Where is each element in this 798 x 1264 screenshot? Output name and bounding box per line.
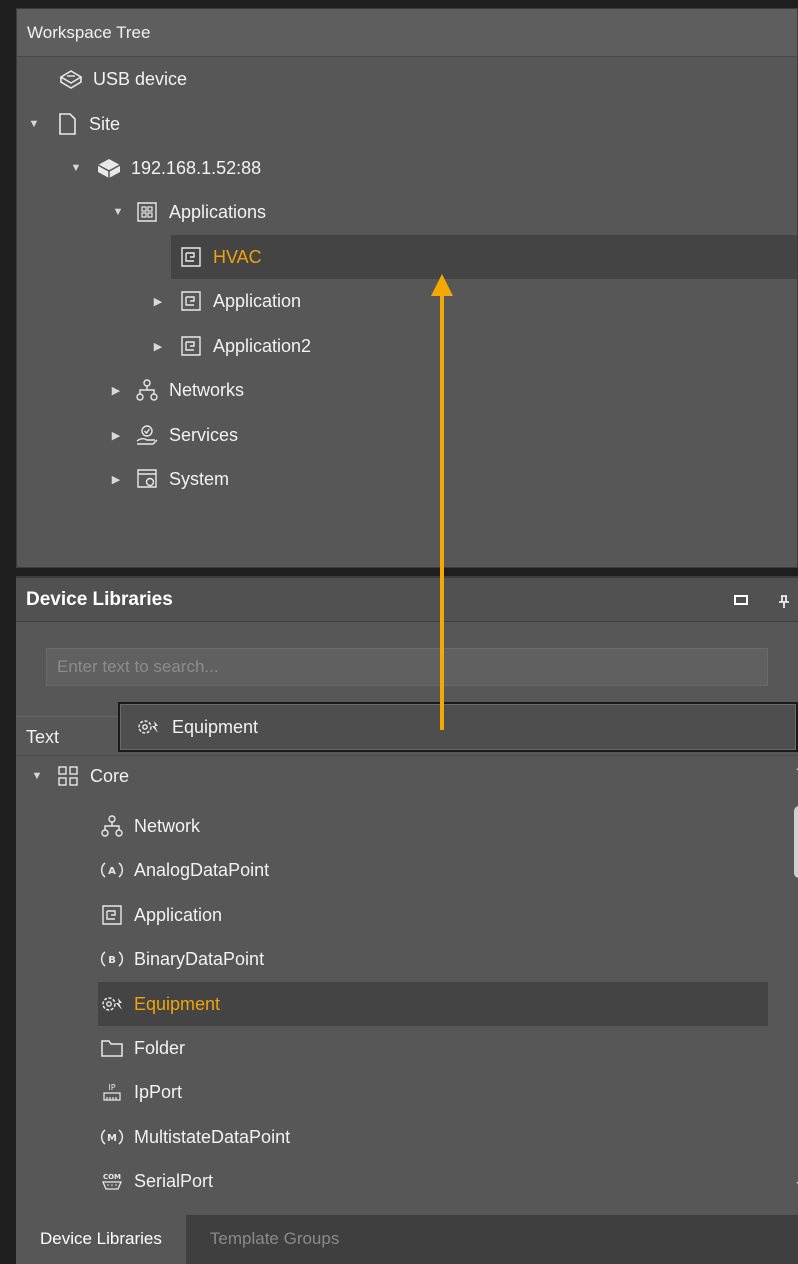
usb-device-icon xyxy=(57,65,85,93)
search-input[interactable] xyxy=(47,649,767,685)
library-item-multistate-datapoint[interactable]: M MultistateDataPoint xyxy=(98,1115,290,1159)
system-icon xyxy=(133,465,161,493)
equipment-icon xyxy=(134,713,162,741)
tree-item-label: Core xyxy=(90,765,130,786)
svg-text:IP: IP xyxy=(108,1083,115,1092)
svg-text:A: A xyxy=(108,866,116,877)
tree-item-label: 192.168.1.52:88 xyxy=(131,157,262,178)
library-item-label: Equipment xyxy=(134,993,221,1014)
tree-item-site[interactable]: ▼ Site xyxy=(27,102,120,146)
application-icon xyxy=(98,901,126,929)
binary-datapoint-icon: B xyxy=(98,945,126,973)
tree-item-core[interactable]: ▼ Core xyxy=(30,754,129,798)
chevron-right-icon[interactable]: ▶ xyxy=(151,295,165,308)
library-item-binary-datapoint[interactable]: B BinaryDataPoint xyxy=(98,937,264,981)
application-icon xyxy=(177,332,205,360)
tree-item-services[interactable]: ▶ Services xyxy=(109,413,238,457)
pin-icon[interactable] xyxy=(778,593,790,608)
tree-item-label: HVAC xyxy=(213,246,262,267)
bottom-tab-bar: Device Libraries Template Groups xyxy=(16,1214,798,1264)
drag-ghost-label: Equipment xyxy=(172,716,259,737)
tree-item-label: Applications xyxy=(169,201,267,222)
chevron-down-icon[interactable]: ▼ xyxy=(27,118,41,130)
tree-item-label: Site xyxy=(89,113,121,134)
chevron-right-icon[interactable]: ▶ xyxy=(109,473,123,486)
vertical-scrollbar[interactable] xyxy=(790,764,798,1204)
document-icon xyxy=(53,110,81,138)
services-icon xyxy=(133,421,161,449)
svg-text:M: M xyxy=(107,1133,117,1144)
tree-item-usb-device[interactable]: USB device xyxy=(57,57,187,101)
chevron-right-icon[interactable]: ▶ xyxy=(109,384,123,397)
column-header-text: Text xyxy=(26,727,60,747)
workspace-tree-title: Workspace Tree xyxy=(27,23,151,42)
library-item-equipment[interactable]: Equipment xyxy=(98,982,768,1026)
tree-item-applications[interactable]: ▼ Applications xyxy=(111,190,266,234)
multistate-datapoint-icon: M xyxy=(98,1123,126,1151)
serial-port-icon: COM xyxy=(98,1167,126,1195)
tab-template-groups[interactable]: Template Groups xyxy=(186,1215,363,1264)
network-icon xyxy=(98,812,126,840)
chevron-down-icon[interactable]: ▼ xyxy=(69,162,83,174)
drag-ghost-equipment: Equipment xyxy=(118,702,798,752)
application-icon xyxy=(177,243,205,271)
svg-text:B: B xyxy=(108,955,116,966)
tree-item-system[interactable]: ▶ System xyxy=(109,457,229,501)
tree-item-hvac[interactable]: HVAC xyxy=(171,235,797,279)
tree-item-device[interactable]: ▼ 192.168.1.52:88 xyxy=(69,146,261,190)
workspace-tree-panel: Workspace Tree USB device ▼ Site ▼ 192.1… xyxy=(16,8,798,568)
search-box[interactable] xyxy=(46,648,768,686)
chevron-right-icon[interactable]: ▶ xyxy=(109,429,123,442)
tree-item-label: System xyxy=(169,468,230,489)
ip-port-icon: IP xyxy=(98,1078,126,1106)
library-item-label: AnalogDataPoint xyxy=(134,859,270,880)
library-item-ip-port[interactable]: IP IpPort xyxy=(98,1070,182,1114)
device-libraries-panel: Device Libraries Text ▼ Core Network A A… xyxy=(16,576,798,1264)
library-item-label: SerialPort xyxy=(134,1170,214,1191)
chevron-down-icon[interactable]: ▼ xyxy=(30,770,44,782)
applications-icon xyxy=(133,198,161,226)
library-item-folder[interactable]: Folder xyxy=(98,1026,185,1070)
library-item-application[interactable]: Application xyxy=(98,893,222,937)
tab-device-libraries[interactable]: Device Libraries xyxy=(16,1215,186,1264)
device-icon xyxy=(95,154,123,182)
chevron-right-icon[interactable]: ▶ xyxy=(151,340,165,353)
library-item-label: IpPort xyxy=(134,1081,183,1102)
workspace-tree-header: Workspace Tree xyxy=(17,9,797,57)
device-libraries-title: Device Libraries xyxy=(26,588,173,610)
maximize-icon[interactable] xyxy=(734,594,748,605)
device-libraries-header: Device Libraries xyxy=(16,578,798,622)
svg-text:COM: COM xyxy=(103,1173,121,1181)
equipment-icon xyxy=(98,990,126,1018)
library-item-label: Application xyxy=(134,904,223,925)
tree-item-application2[interactable]: ▶ Application2 xyxy=(151,324,311,368)
tree-item-label: USB device xyxy=(93,68,188,89)
core-grid-icon xyxy=(54,762,82,790)
library-item-label: BinaryDataPoint xyxy=(134,948,265,969)
tree-item-label: Application2 xyxy=(213,335,312,356)
library-item-analog-datapoint[interactable]: A AnalogDataPoint xyxy=(98,848,269,892)
tree-item-networks[interactable]: ▶ Networks xyxy=(109,368,244,412)
analog-datapoint-icon: A xyxy=(98,856,126,884)
tree-item-label: Application xyxy=(213,290,302,311)
scrollbar-thumb[interactable] xyxy=(794,806,798,878)
chevron-down-icon[interactable]: ▼ xyxy=(111,206,125,218)
tree-item-label: Networks xyxy=(169,379,245,400)
tree-item-label: Services xyxy=(169,424,239,445)
application-icon xyxy=(177,287,205,315)
tree-item-application[interactable]: ▶ Application xyxy=(151,279,301,323)
library-item-network[interactable]: Network xyxy=(98,804,200,848)
folder-icon xyxy=(98,1034,126,1062)
library-item-label: Folder xyxy=(134,1037,186,1058)
library-item-serial-port[interactable]: COM SerialPort xyxy=(98,1159,213,1203)
library-item-label: MultistateDataPoint xyxy=(134,1126,291,1147)
network-icon xyxy=(133,376,161,404)
library-item-label: Network xyxy=(134,815,201,836)
